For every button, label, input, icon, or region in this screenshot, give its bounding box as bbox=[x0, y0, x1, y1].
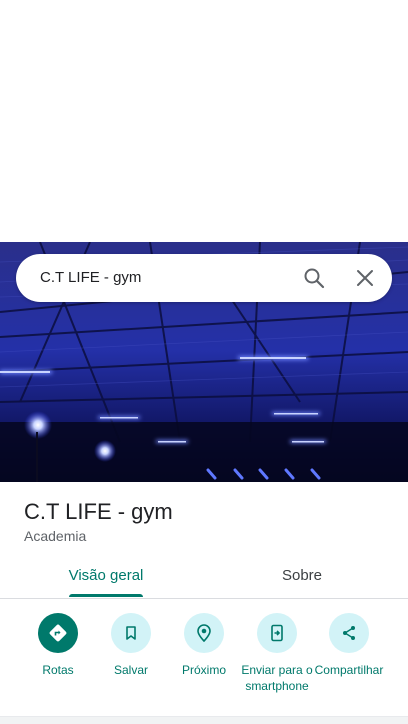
save-label: Salvar bbox=[113, 663, 148, 677]
place-category: Academia bbox=[24, 528, 87, 544]
directions-button[interactable]: Rotas bbox=[16, 612, 100, 678]
tab-about[interactable]: Sobre bbox=[252, 566, 352, 598]
search-icon[interactable] bbox=[302, 266, 326, 290]
save-button[interactable]: Salvar bbox=[89, 612, 173, 678]
nearby-button[interactable]: Próximo bbox=[162, 612, 246, 678]
bottom-strip bbox=[0, 717, 408, 724]
place-title: C.T LIFE - gym bbox=[24, 499, 173, 524]
nearby-icon bbox=[184, 613, 224, 653]
directions-label: Rotas bbox=[42, 663, 74, 677]
bookmark-icon bbox=[111, 613, 151, 653]
send-to-phone-icon bbox=[257, 613, 297, 653]
search-bar[interactable]: C.T LIFE - gym bbox=[16, 254, 392, 302]
search-input[interactable]: C.T LIFE - gym bbox=[40, 254, 141, 302]
share-button[interactable]: Compartilhar bbox=[307, 612, 391, 678]
active-tab-indicator bbox=[69, 594, 143, 597]
blank-area bbox=[0, 0, 408, 242]
share-icon bbox=[329, 613, 369, 653]
nearby-label: Próximo bbox=[181, 663, 226, 677]
share-label: Compartilhar bbox=[314, 663, 384, 677]
close-icon[interactable] bbox=[353, 266, 377, 290]
tab-divider bbox=[0, 598, 408, 599]
directions-icon bbox=[38, 613, 78, 653]
